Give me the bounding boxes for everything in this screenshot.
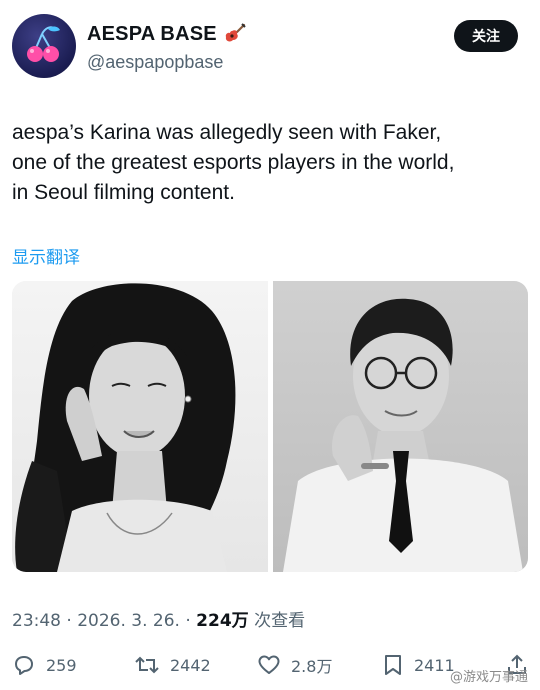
retweet-count: 2442 xyxy=(170,655,211,675)
bookmark-count: 2411 xyxy=(414,655,455,675)
portrait-photo-man xyxy=(273,281,528,572)
portrait-photo-woman xyxy=(12,281,268,572)
photo-right[interactable] xyxy=(273,281,528,572)
photo-left[interactable] xyxy=(12,281,268,572)
reply-icon xyxy=(15,656,33,675)
guitar-icon xyxy=(225,23,246,42)
tweet-text-line: one of the greatest esports players in t… xyxy=(12,151,455,174)
avatar[interactable] xyxy=(12,14,76,78)
reply-count: 259 xyxy=(46,655,77,675)
tweet-text-line: aespa’s Karina was allegedly seen with F… xyxy=(12,121,442,144)
name-row: AESPA BASE xyxy=(87,22,247,46)
display-name[interactable]: AESPA BASE xyxy=(87,23,217,46)
cherry-logo-icon xyxy=(27,26,60,62)
handle[interactable]: @aespapopbase xyxy=(87,52,223,73)
tweet-meta: 23:48 · 2026. 3. 26. · 224万 次查看 xyxy=(12,606,305,631)
meta-separator: · xyxy=(185,611,191,631)
watermark: @游戏万事通 xyxy=(450,670,529,685)
heart-icon xyxy=(258,655,280,674)
tweet-date[interactable]: 2026. 3. 26. xyxy=(77,611,180,631)
retweet-button[interactable]: 2442 xyxy=(134,650,211,680)
retweet-icon xyxy=(135,656,159,674)
views-count: 224万 xyxy=(196,611,249,631)
tweet-text: aespa’s Karina was allegedly seen with F… xyxy=(12,118,528,208)
show-translation-link[interactable]: 显示翻译 xyxy=(12,243,80,268)
follow-button[interactable]: 关注 xyxy=(454,20,518,52)
reply-button[interactable]: 259 xyxy=(12,650,77,680)
tweet-time[interactable]: 23:48 xyxy=(12,611,61,631)
bookmark-icon xyxy=(385,655,401,675)
views-label: 次查看 xyxy=(254,611,306,631)
like-button[interactable]: 2.8万 xyxy=(257,650,332,680)
bookmark-button[interactable]: 2411 xyxy=(382,650,455,680)
tweet-header: AESPA BASE @aespapopbase 关注 xyxy=(12,14,528,82)
tweet-text-line: in Seoul filming content. xyxy=(12,181,235,204)
media-grid xyxy=(12,281,528,572)
like-count: 2.8万 xyxy=(291,657,333,676)
meta-separator: · xyxy=(66,611,72,631)
